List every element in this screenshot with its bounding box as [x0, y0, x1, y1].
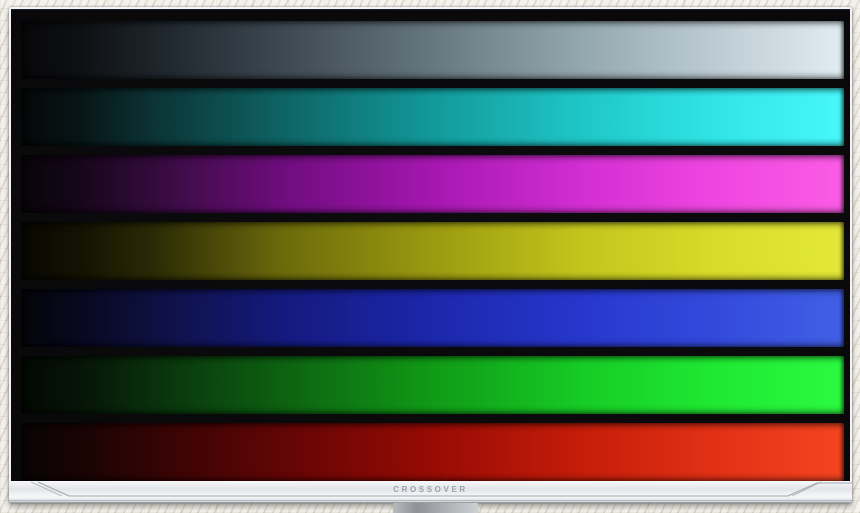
gradient-bar-blue [21, 289, 844, 347]
monitor-stand [393, 503, 478, 513]
gradient-bar-magenta [21, 155, 844, 213]
gradient-bar-red [21, 423, 844, 481]
brand-logo: CROSSOVER [393, 485, 468, 494]
monitor-bezel: CROSSOVER [9, 481, 852, 503]
gradient-test-pattern [21, 21, 844, 480]
gradient-bar-yellow [21, 222, 844, 280]
gradient-bar-cyan [21, 88, 844, 146]
monitor: CROSSOVER [9, 7, 852, 503]
monitor-screen [11, 9, 850, 482]
gradient-bar-green [21, 356, 844, 414]
gradient-bar-white [21, 21, 844, 79]
brick-wall-background: CROSSOVER [0, 0, 860, 513]
